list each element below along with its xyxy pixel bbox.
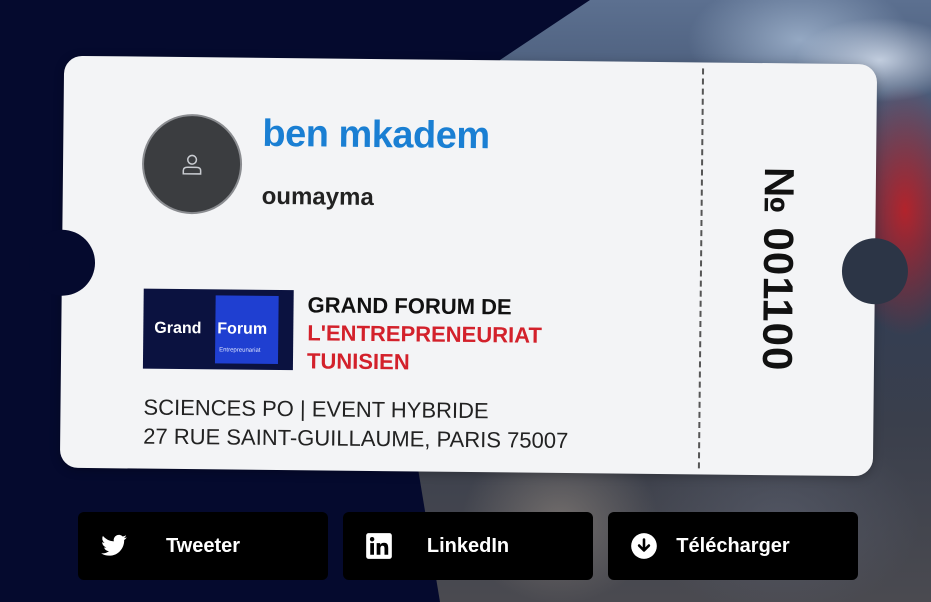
tweet-button[interactable]: Tweeter (78, 512, 328, 580)
linkedin-button[interactable]: LinkedIn (343, 512, 593, 580)
ticket-notch-left (28, 229, 96, 297)
event-title-line3: TUNISIEN (306, 348, 410, 375)
event-venue: SCIENCES PO | EVENT HYBRIDE 27 RUE SAINT… (143, 393, 569, 455)
user-icon (182, 154, 202, 175)
event-title-line1: GRAND FORUM DE (307, 292, 512, 320)
event-logo: Grand Forum Entrepreunariat (142, 288, 294, 371)
attendee-last-name: ben mkadem (262, 112, 490, 158)
avatar (141, 113, 243, 215)
logo-word-grand: Grand (154, 319, 202, 338)
ticket-number: № 001100 (753, 166, 804, 372)
ticket-card: ben mkadem oumayma Grand Forum Entrepreu… (28, 55, 909, 477)
ticket-notch-right (841, 237, 909, 305)
page: ben mkadem oumayma Grand Forum Entrepreu… (0, 0, 931, 602)
attendee-first-name: oumayma (261, 182, 374, 212)
venue-line1: SCIENCES PO | EVENT HYBRIDE (143, 394, 489, 424)
logo-word-forum: Forum (217, 320, 268, 338)
logo-word-subtitle: Entrepreunariat (219, 347, 261, 354)
linkedin-button-label: LinkedIn (426, 535, 510, 557)
download-button[interactable]: Télécharger (608, 512, 858, 580)
event-title-line2: L'ENTREPRENEURIAT (307, 320, 543, 348)
tweet-button-label: Tweeter (165, 535, 241, 557)
event-title: GRAND FORUM DE L'ENTREPRENEURIAT TUNISIE… (307, 291, 542, 377)
venue-line2: 27 RUE SAINT-GUILLAUME, PARIS 75007 (143, 423, 569, 454)
ticket-perforation (697, 68, 705, 469)
download-button-label: Télécharger (676, 535, 790, 557)
